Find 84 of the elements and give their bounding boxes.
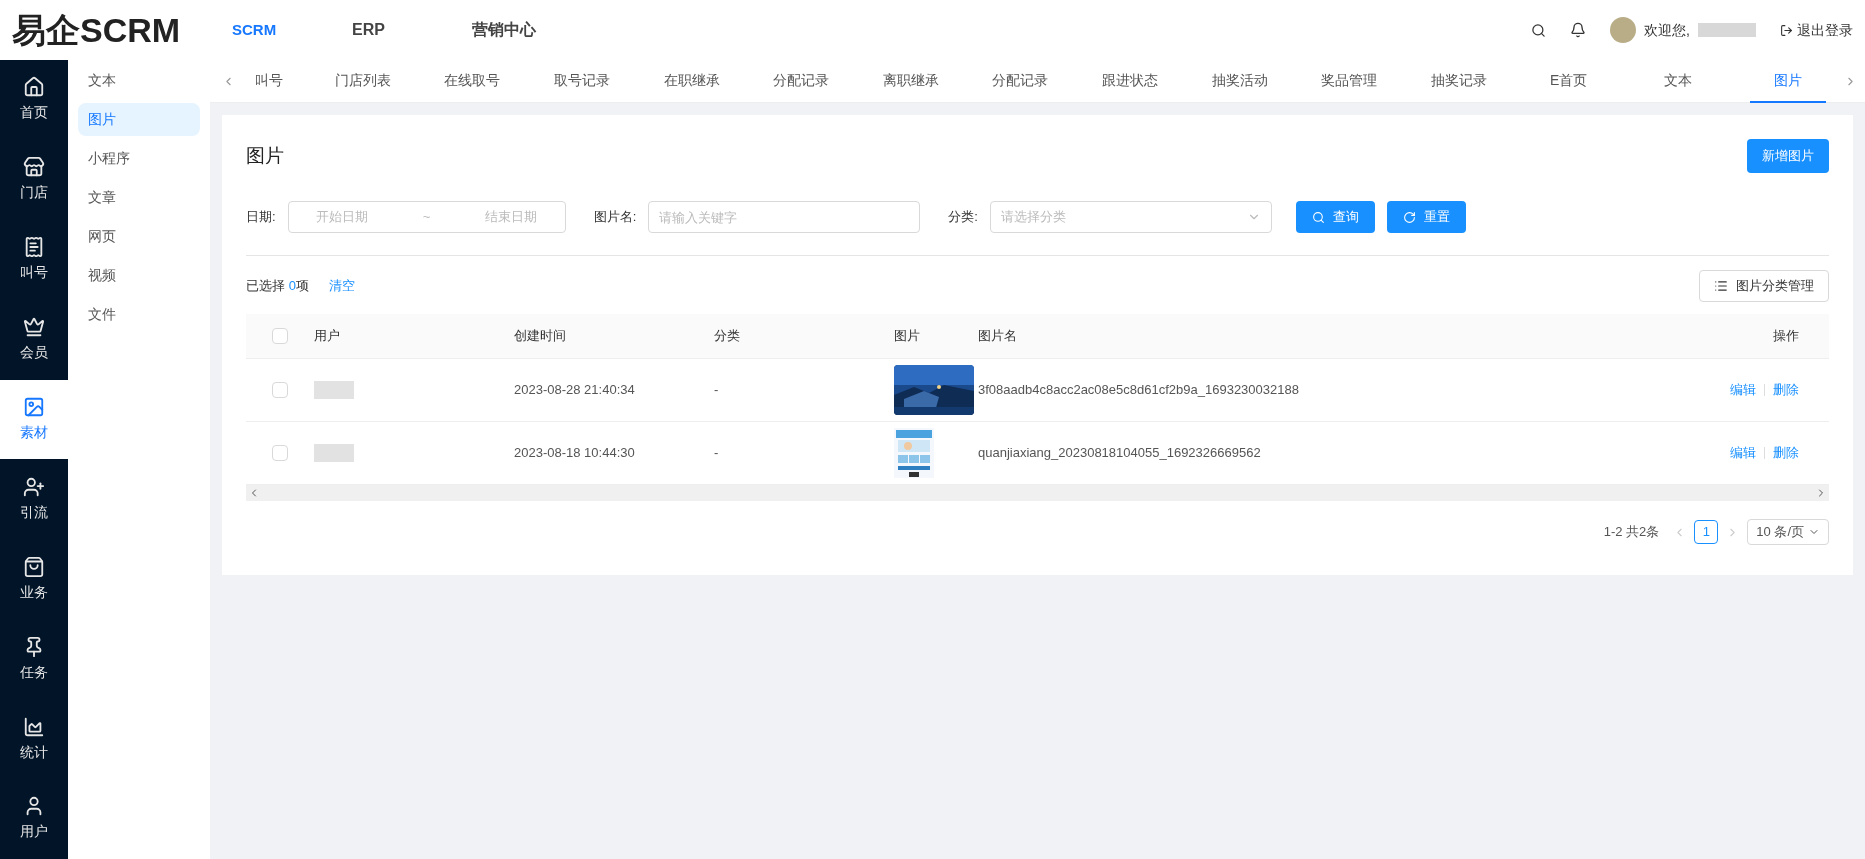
rail-item[interactable]: 首页 <box>0 60 68 140</box>
image-icon <box>23 396 45 418</box>
page-tab[interactable]: 叫号 <box>247 59 291 103</box>
submenu-item[interactable]: 小程序 <box>78 142 200 175</box>
end-date-placeholder: 结束日期 <box>485 208 538 227</box>
column-header: 创建时间 <box>514 327 567 346</box>
rail-item[interactable]: 统计 <box>0 699 68 779</box>
table-cell-text: - <box>714 381 720 400</box>
page-tab[interactable]: 在职继承 <box>653 59 730 103</box>
page-tab[interactable]: 跟进状态 <box>1092 59 1169 103</box>
reset-icon <box>1402 210 1416 224</box>
range-separator: ~ <box>422 208 431 227</box>
column-header: 图片 <box>894 327 921 346</box>
image-name-field[interactable]: 请输入关键字 <box>648 201 921 233</box>
column-header: 操作 <box>1772 327 1800 346</box>
checkbox[interactable] <box>272 382 288 398</box>
top-nav-tab[interactable]: ERP <box>344 18 424 42</box>
logout-button[interactable]: 退出登录 <box>1780 19 1853 41</box>
image-name-label: 图片名: <box>593 208 637 227</box>
home-icon <box>23 76 45 99</box>
submenu-item[interactable]: 网页 <box>78 220 200 253</box>
bag-icon <box>23 555 45 578</box>
user-plus-icon <box>23 475 45 498</box>
pagination-summary: 1-2 共2条 <box>1603 523 1660 542</box>
start-date-placeholder: 开始日期 <box>316 208 368 227</box>
submenu-item[interactable]: 文件 <box>78 298 200 331</box>
page-tab[interactable]: 门店列表 <box>324 59 401 103</box>
notification-bell-icon[interactable] <box>1570 22 1587 38</box>
submenu-item[interactable]: 图片 <box>78 103 200 136</box>
page-tab[interactable]: 分配记录 <box>982 59 1059 103</box>
blurred-username <box>314 381 354 399</box>
column-header: 用户 <box>314 327 341 346</box>
table-cell-text: - <box>714 444 720 463</box>
page-tab[interactable]: 离职继承 <box>872 59 949 103</box>
rail-item[interactable]: 素材 <box>0 379 68 460</box>
submenu-item[interactable]: 视频 <box>78 259 200 292</box>
rail-item[interactable]: 叫号 <box>0 219 68 300</box>
table-cell-text: 2023-08-28 21:40:34 <box>514 381 636 400</box>
store-icon <box>23 156 45 179</box>
logout-icon <box>1780 23 1793 37</box>
column-header: 分类 <box>714 327 741 346</box>
page-tab[interactable]: 图片 <box>1749 59 1826 103</box>
page-tab[interactable]: 抽奖记录 <box>1421 59 1498 103</box>
category-label: 分类: <box>948 208 978 227</box>
top-nav-tab[interactable]: SCRM <box>224 18 304 42</box>
page-tab[interactable]: 取号记录 <box>543 59 620 103</box>
table-cell-text: quanjiaxiang_20230818104055_1692326669562 <box>978 444 1262 463</box>
greeting-text: 欢迎您, <box>1644 20 1690 40</box>
page-tab[interactable]: 分配记录 <box>763 59 840 103</box>
search-icon[interactable] <box>1531 22 1547 38</box>
rail-item[interactable]: 引流 <box>0 459 68 540</box>
page-tab[interactable]: 抽奖活动 <box>1201 59 1278 103</box>
rail-item[interactable]: 用户 <box>0 779 68 859</box>
rail-item[interactable]: 业务 <box>0 539 68 620</box>
receipt-icon <box>23 236 45 259</box>
checkbox[interactable] <box>272 445 288 461</box>
rail-item[interactable]: 任务 <box>0 619 68 700</box>
page-tab[interactable]: 在线取号 <box>434 59 511 103</box>
top-nav-tab[interactable]: 营销中心 <box>464 18 544 42</box>
blurred-username <box>1698 23 1756 37</box>
horizontal-scrollbar[interactable] <box>246 485 1829 501</box>
page-size-select[interactable]: 10 条/页 <box>1747 519 1829 545</box>
area-chart-icon <box>23 715 45 738</box>
checkbox[interactable] <box>272 328 288 344</box>
brand-logo: 易企SCRM <box>11 9 182 51</box>
crown-icon <box>23 316 45 339</box>
page-tab[interactable]: 奖品管理 <box>1311 59 1388 103</box>
rail-item[interactable]: 门店 <box>0 139 68 220</box>
table-cell-text: 2023-08-18 10:44:30 <box>514 444 636 463</box>
page-tab[interactable]: 文本 <box>1640 59 1717 103</box>
avatar[interactable] <box>1610 17 1637 43</box>
submenu-item[interactable]: 文章 <box>78 181 200 214</box>
search-icon <box>1311 210 1325 224</box>
column-header: 图片名 <box>978 327 1018 346</box>
category-manage-button[interactable]: 图片分类管理 <box>1699 270 1829 302</box>
table-cell-text: 3f08aadb4c8acc2ac08e5c8d61cf2b9a_1693230032188 <box>978 381 1300 400</box>
list-icon <box>1714 279 1728 293</box>
selection-count-text: 已选择 0项 <box>246 277 309 296</box>
rail-item[interactable]: 会员 <box>0 299 68 380</box>
page-tab[interactable]: E首页 <box>1530 59 1607 103</box>
date-label: 日期: <box>246 208 276 227</box>
blurred-username <box>314 444 354 462</box>
page-title: 图片 <box>246 143 284 168</box>
submenu-item[interactable]: 文本 <box>78 64 200 97</box>
